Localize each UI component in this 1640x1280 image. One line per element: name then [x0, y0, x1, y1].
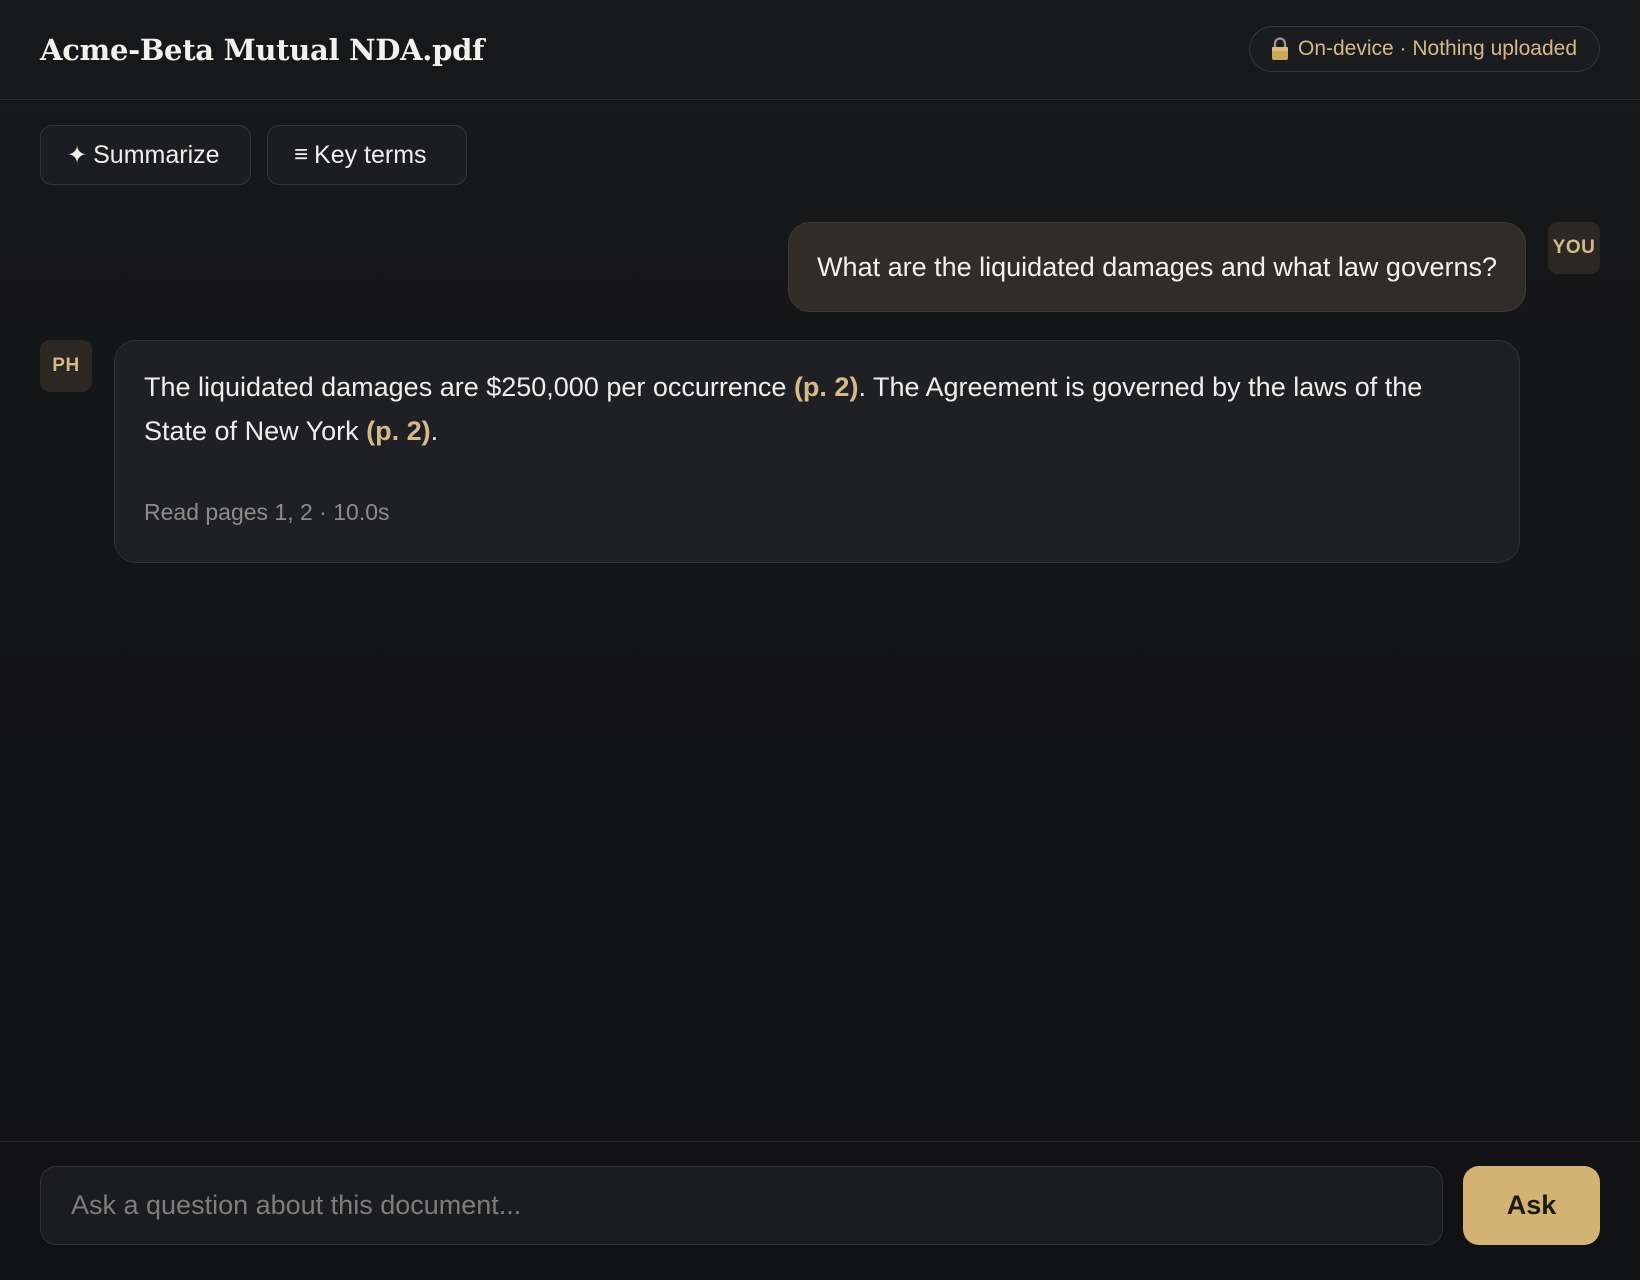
list-icon: ≡	[294, 141, 309, 168]
ask-button[interactable]: Ask	[1463, 1166, 1600, 1245]
page-citation-link[interactable]: (p. 2)	[366, 416, 431, 446]
summarize-label: Summarize	[93, 140, 220, 169]
quick-actions: ✦ Summarize ≡ Key terms	[40, 125, 467, 185]
lock-icon	[1270, 36, 1290, 62]
page-citation-link[interactable]: (p. 2)	[794, 372, 859, 402]
answer-segment: .	[430, 416, 439, 446]
question-input[interactable]	[40, 1166, 1443, 1245]
sparkle-icon: ✦	[67, 141, 88, 169]
user-avatar: YOU	[1548, 222, 1600, 274]
app-window: Acme-Beta Mutual NDA.pdf On-device · Not…	[0, 0, 1640, 1280]
assistant-message-bubble: The liquidated damages are $250,000 per …	[114, 340, 1520, 563]
composer: Ask	[0, 1141, 1640, 1280]
document-title: Acme-Beta Mutual NDA.pdf	[40, 33, 485, 67]
answer-segment: The liquidated damages are $250,000 per …	[144, 372, 794, 402]
user-message-row: What are the liquidated damages and what…	[740, 222, 1600, 312]
privacy-badge: On-device · Nothing uploaded	[1248, 26, 1600, 72]
assistant-answer-text: The liquidated damages are $250,000 per …	[144, 365, 1491, 453]
assistant-avatar: PH	[40, 340, 92, 392]
answer-meta: Read pages 1, 2 · 10.0s	[144, 499, 390, 525]
user-message-bubble: What are the liquidated damages and what…	[788, 222, 1526, 312]
key-terms-button[interactable]: ≡ Key terms	[267, 125, 467, 185]
key-terms-label: Key terms	[314, 140, 427, 169]
summarize-button[interactable]: ✦ Summarize	[40, 125, 251, 185]
header: Acme-Beta Mutual NDA.pdf On-device · Not…	[0, 0, 1640, 100]
privacy-text: On-device · Nothing uploaded	[1297, 37, 1577, 60]
